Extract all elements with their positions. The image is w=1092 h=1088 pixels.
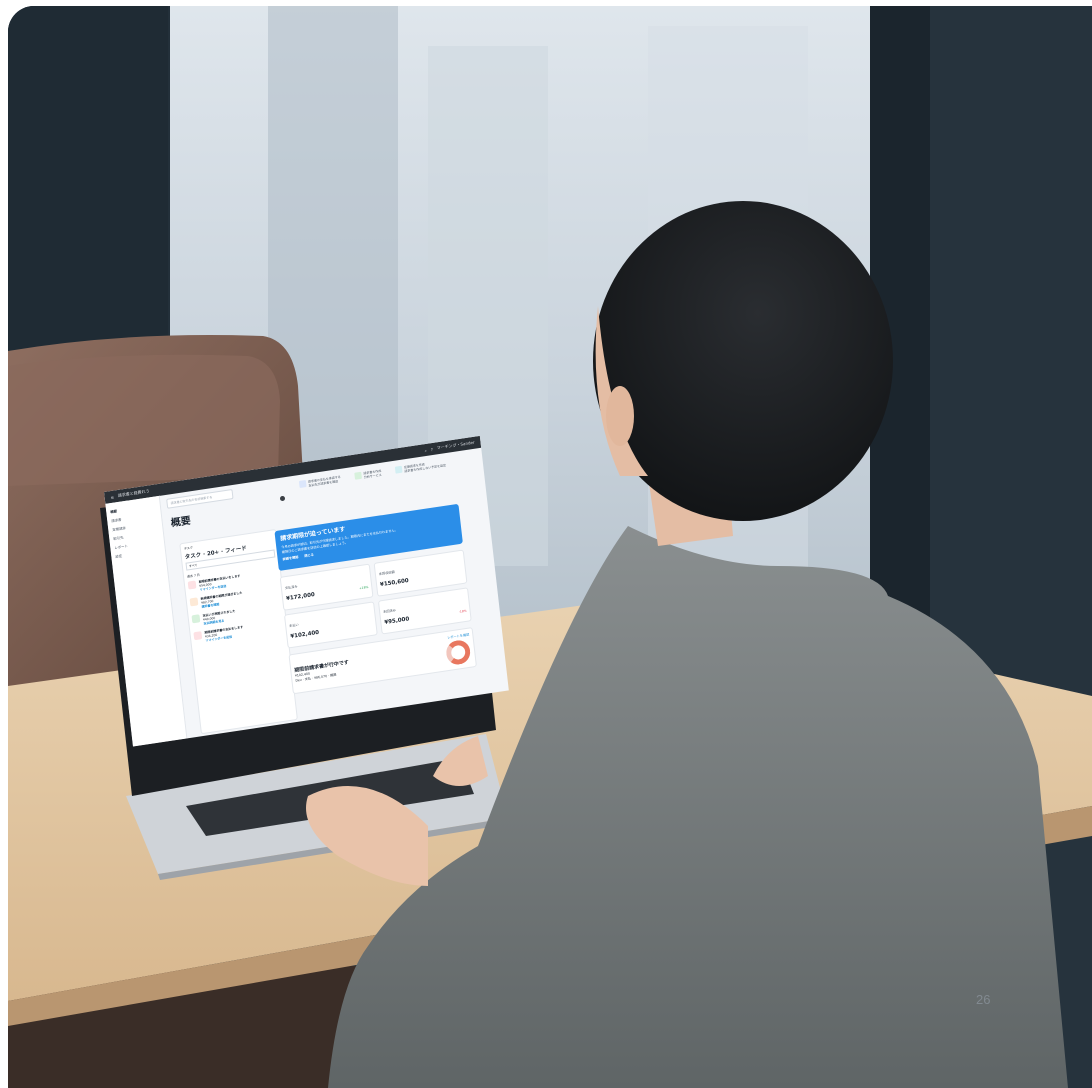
- step-item[interactable]: 請求書を作成 分析サービス: [354, 469, 382, 481]
- main-content: 請求書と取引先の名前検索する 請求書の支払を承認する 支払先が請求書を確認 請求書…: [160, 448, 509, 739]
- alert-primary-button[interactable]: 詳細を確認: [282, 554, 298, 561]
- alert-icon: [193, 631, 203, 641]
- photo: ≡ 請求書と経費れう ⌕ ? マーチング・Sander 概要 請求書 定期請求 …: [8, 6, 1092, 1088]
- page-number: 26: [976, 992, 991, 1007]
- step-item[interactable]: 定期請求を作成 請求書を作成しない予定を設定: [394, 459, 446, 474]
- step-item[interactable]: 請求書の支払を承認する 支払先が請求書を確認: [298, 475, 341, 489]
- help-icon[interactable]: ?: [430, 446, 433, 451]
- webcam-icon: [280, 496, 285, 501]
- alert-dismiss-button[interactable]: 閉じる: [304, 552, 314, 558]
- step-icon: [354, 471, 363, 480]
- step-icon: [298, 480, 307, 489]
- alert-icon: [187, 580, 197, 590]
- menu-icon[interactable]: ≡: [110, 494, 114, 499]
- search-icon[interactable]: ⌕: [424, 447, 427, 452]
- step-icon: [394, 465, 403, 474]
- alert-icon: [189, 597, 199, 607]
- check-icon: [191, 614, 201, 624]
